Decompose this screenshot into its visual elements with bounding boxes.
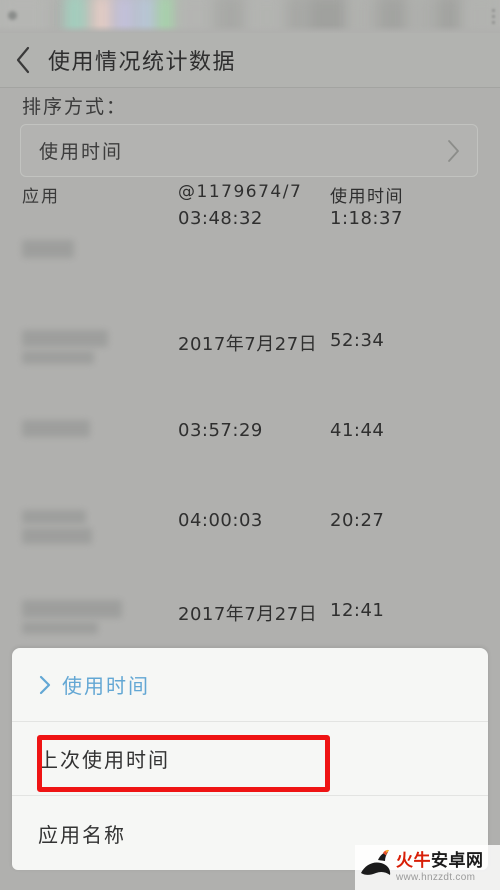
watermark-url: www.hnzzdt.com [396, 871, 476, 883]
table-row[interactable] [0, 240, 500, 330]
usage-duration-cell: 12:41 [330, 600, 385, 621]
table-header-row: 应用 @1179674/7 使用时间 03:48:32 1:18:37 [0, 182, 500, 240]
sort-method-dropdown[interactable]: 使用时间 [20, 124, 478, 177]
watermark-brand-red: 火牛 [396, 850, 431, 871]
app-name-cell [22, 330, 108, 364]
status-bar-fade [0, 25, 500, 33]
last-used-cell: 03:57:29 [178, 420, 263, 441]
chevron-right-icon [38, 674, 52, 696]
sort-method-label: 排序方式： [22, 96, 128, 118]
header-sub-date: 03:48:32 [178, 208, 263, 229]
app-name-blurred [22, 528, 92, 544]
last-used-cell: 2017年7月27日 [178, 334, 318, 355]
header-sub-duration: 1:18:37 [330, 208, 403, 229]
app-name-blurred [22, 351, 94, 364]
app-header-bar: 使用情况统计数据 [0, 33, 500, 88]
usage-duration-cell: 41:44 [330, 420, 385, 441]
sort-option-label: 应用名称 [38, 822, 126, 847]
app-name-blurred [22, 600, 122, 618]
app-name-blurred [22, 510, 86, 524]
last-used-cell: 04:00:03 [178, 510, 263, 531]
phone-screen: 使用情况统计数据 排序方式： 使用时间 应用 @1179674/7 使用时间 0… [0, 0, 500, 890]
sort-option-item[interactable]: 使用时间 [12, 648, 488, 722]
sort-option-label: 上次使用时间 [38, 748, 170, 772]
table-column-app: 应用 [22, 182, 60, 207]
app-name-cell [22, 420, 90, 437]
chevron-left-icon [14, 45, 32, 75]
column-header-app: 应用 [22, 187, 60, 207]
column-header-duration: 使用时间 [330, 187, 404, 207]
table-body: 2017年7月27日 52:34 03:57:29 41:44 04:00:03 20:2… [0, 240, 500, 690]
sort-option-item[interactable]: 上次使用时间 [12, 722, 488, 796]
status-bar-left-icon [8, 11, 17, 20]
app-name-blurred [22, 240, 74, 258]
usage-duration-cell: 20:27 [330, 510, 385, 531]
watermark-brand-black: 安卓网 [431, 850, 484, 871]
back-button[interactable] [0, 33, 46, 87]
table-row[interactable]: 2017年7月27日 52:34 [0, 330, 500, 420]
sort-options-list: 使用时间上次使用时间 应用名称 [12, 648, 488, 870]
watermark: 火牛安卓网 www.hnzzdt.com [355, 845, 500, 890]
app-name-cell [22, 600, 122, 634]
app-name-blurred [22, 330, 108, 347]
last-used-cell: 2017年7月27日 [178, 604, 318, 625]
usage-duration-cell: 52:34 [330, 330, 385, 351]
table-row[interactable]: 03:57:29 41:44 [0, 420, 500, 510]
bull-head-icon [357, 849, 395, 887]
app-name-cell [22, 240, 74, 258]
column-header-date: @1179674/7 [178, 182, 303, 202]
watermark-text: 火牛安卓网 www.hnzzdt.com [396, 850, 484, 883]
watermark-brand: 火牛安卓网 [396, 850, 484, 871]
status-bar [0, 0, 500, 33]
app-name-cell [22, 510, 92, 544]
chevron-right-icon [445, 138, 461, 164]
app-name-blurred [22, 622, 98, 634]
page-title: 使用情况统计数据 [48, 50, 237, 75]
usage-stats-table: 应用 @1179674/7 使用时间 03:48:32 1:18:37 2017… [0, 182, 500, 690]
app-name-blurred [22, 420, 90, 437]
sort-options-sheet: 使用时间上次使用时间 应用名称 [12, 648, 488, 870]
sort-option-label: 使用时间 [62, 674, 150, 698]
sort-method-value: 使用时间 [39, 141, 124, 163]
status-bar-right-dots-icon [492, 9, 495, 24]
table-row[interactable]: 04:00:03 20:27 [0, 510, 500, 600]
